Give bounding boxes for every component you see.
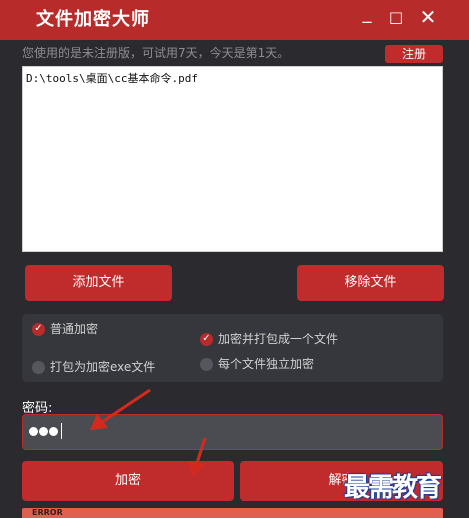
arrow-to-encrypt-icon: [189, 437, 207, 476]
arrow-to-password-icon: [90, 388, 151, 430]
watermark-logo: 最需教育: [344, 473, 442, 503]
annotation-arrows: [90, 388, 207, 476]
